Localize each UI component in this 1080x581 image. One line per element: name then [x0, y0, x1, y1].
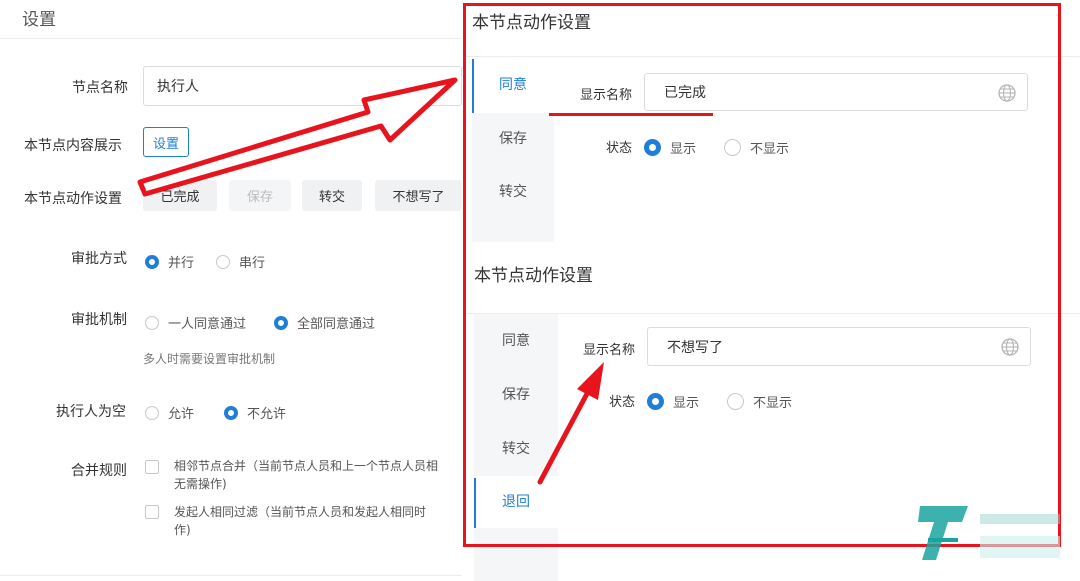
- arrow-to-panel: [137, 77, 458, 197]
- annotation-arrows: [137, 77, 604, 485]
- watermark-logo-icon: [918, 506, 1060, 560]
- arrow-to-display-name: [537, 362, 604, 485]
